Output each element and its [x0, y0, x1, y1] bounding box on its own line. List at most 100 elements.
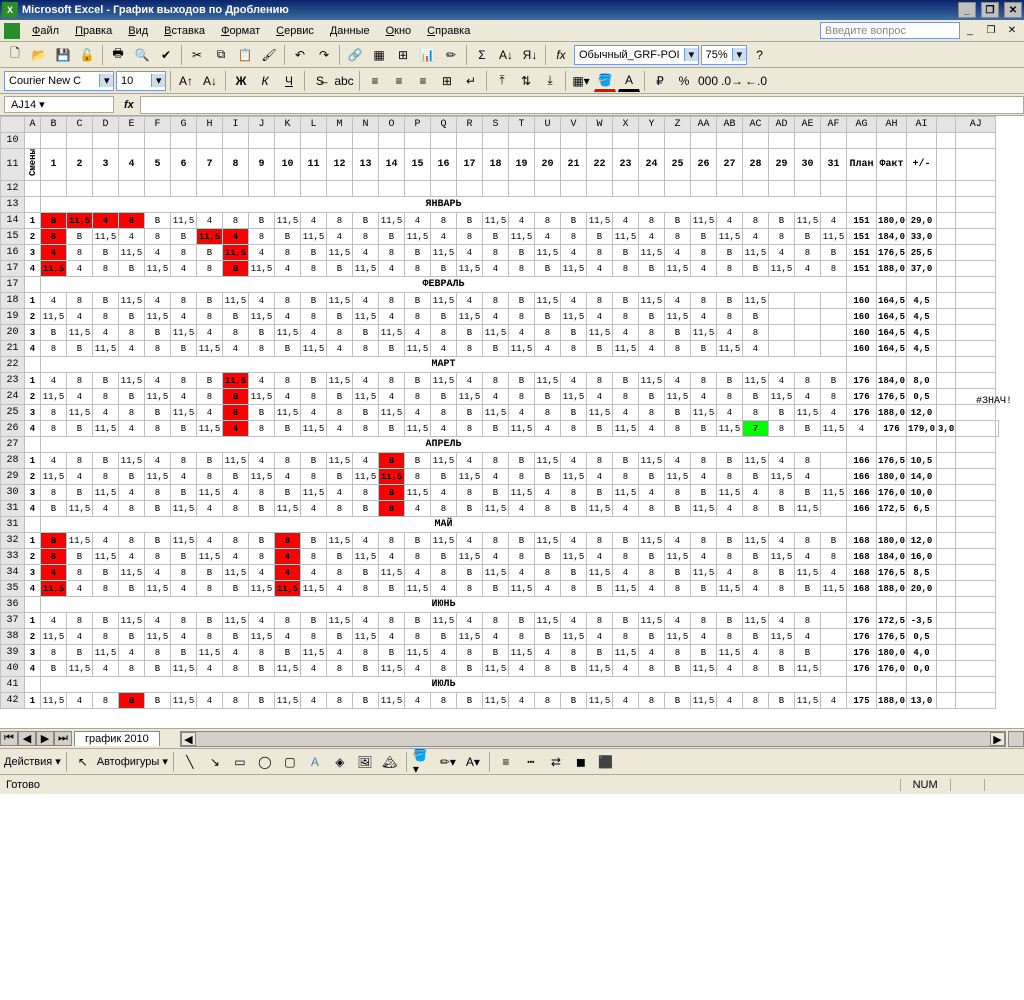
- menu-Файл[interactable]: Файл: [24, 23, 67, 39]
- row-header[interactable]: 31: [1, 517, 25, 533]
- row-header[interactable]: 11: [1, 149, 25, 181]
- col-header[interactable]: T: [509, 117, 535, 133]
- style-combo[interactable]: Обычный_GRF-POI▾: [574, 45, 699, 65]
- col-header[interactable]: [1, 117, 25, 133]
- row-header[interactable]: 12: [1, 181, 25, 197]
- redo-icon[interactable]: ↷: [313, 44, 335, 66]
- col-header[interactable]: M: [327, 117, 353, 133]
- align-right-icon[interactable]: ≡: [412, 70, 434, 92]
- merge-center-icon[interactable]: ⊞: [436, 70, 458, 92]
- col-header[interactable]: AF: [821, 117, 847, 133]
- merge-icon[interactable]: ⊞: [392, 44, 414, 66]
- col-header[interactable]: H: [197, 117, 223, 133]
- col-header[interactable]: Z: [665, 117, 691, 133]
- mdi-close-button[interactable]: ✕: [1004, 24, 1020, 38]
- tab-nav-prev-icon[interactable]: ◀: [18, 731, 36, 746]
- row-header[interactable]: 37: [1, 613, 25, 629]
- row-header[interactable]: 10: [1, 133, 25, 149]
- sort-desc-icon[interactable]: Я↓: [519, 44, 541, 66]
- help-icon[interactable]: ?: [749, 44, 771, 66]
- col-header[interactable]: AB: [717, 117, 743, 133]
- align-center-icon[interactable]: ≡: [388, 70, 410, 92]
- col-header[interactable]: J: [249, 117, 275, 133]
- select-icon[interactable]: ↖: [72, 751, 94, 773]
- col-header[interactable]: N: [353, 117, 379, 133]
- save-icon[interactable]: 💾: [52, 44, 74, 66]
- increase-decimal-icon[interactable]: .0→: [721, 70, 743, 92]
- formula-input[interactable]: [140, 96, 1024, 114]
- col-header[interactable]: L: [301, 117, 327, 133]
- row-header[interactable]: 15: [1, 229, 25, 245]
- fill-color-draw-icon[interactable]: 🪣▾: [412, 751, 434, 773]
- new-icon[interactable]: 🗋: [4, 44, 26, 66]
- minimize-button[interactable]: _: [958, 2, 976, 18]
- currency-icon[interactable]: ₽: [649, 70, 671, 92]
- spelling-icon[interactable]: ✔: [155, 44, 177, 66]
- bold-icon[interactable]: Ж: [230, 70, 252, 92]
- valign-bottom-icon[interactable]: ⤓: [539, 70, 561, 92]
- comma-icon[interactable]: 000: [697, 70, 719, 92]
- menu-Вид[interactable]: Вид: [120, 23, 156, 39]
- sort-asc-icon[interactable]: A↓: [495, 44, 517, 66]
- arrow-style-icon[interactable]: ⇄: [545, 751, 567, 773]
- col-header[interactable]: AD: [769, 117, 795, 133]
- autoshapes-menu[interactable]: Автофигуры: [97, 756, 160, 768]
- row-header[interactable]: 28: [1, 453, 25, 469]
- font-color-icon[interactable]: A: [618, 70, 640, 92]
- fill-color-icon[interactable]: 🪣: [594, 70, 616, 92]
- col-header[interactable]: O: [379, 117, 405, 133]
- row-header[interactable]: 40: [1, 661, 25, 677]
- 3d-icon[interactable]: ⬛: [595, 751, 617, 773]
- help-search-input[interactable]: [820, 22, 960, 39]
- menu-Правка[interactable]: Правка: [67, 23, 120, 39]
- borders-icon[interactable]: ▦: [368, 44, 390, 66]
- preview-icon[interactable]: 🔍: [131, 44, 153, 66]
- print-icon[interactable]: 🖶: [107, 44, 129, 66]
- row-header[interactable]: 24: [1, 389, 25, 405]
- menu-Вставка[interactable]: Вставка: [156, 23, 213, 39]
- col-header[interactable]: S: [483, 117, 509, 133]
- actions-menu[interactable]: Действия: [4, 756, 52, 768]
- col-header[interactable]: B: [41, 117, 67, 133]
- row-header[interactable]: 42: [1, 693, 25, 709]
- line-color-icon[interactable]: ✏▾: [437, 751, 459, 773]
- chart-icon[interactable]: 📊: [416, 44, 438, 66]
- valign-top-icon[interactable]: ⤒: [491, 70, 513, 92]
- row-header[interactable]: 31: [1, 501, 25, 517]
- menu-Формат[interactable]: Формат: [213, 23, 268, 39]
- line-style-icon[interactable]: ≡: [495, 751, 517, 773]
- clipart-icon[interactable]: 🖼: [354, 751, 376, 773]
- spreadsheet-grid[interactable]: ABCDEFGHIJKLMNOPQRSTUVWXYZAAABACADAEAFAG…: [0, 116, 1024, 728]
- row-header[interactable]: 38: [1, 629, 25, 645]
- col-header[interactable]: R: [457, 117, 483, 133]
- tab-nav-first-icon[interactable]: ⏮: [0, 731, 18, 746]
- col-header[interactable]: D: [93, 117, 119, 133]
- col-header[interactable]: [937, 117, 956, 133]
- paste-icon[interactable]: 📋: [234, 44, 256, 66]
- row-header[interactable]: 30: [1, 485, 25, 501]
- horizontal-scrollbar[interactable]: ◀ ▶: [180, 731, 1006, 747]
- wordart-icon[interactable]: A: [304, 751, 326, 773]
- mdi-restore-button[interactable]: ❐: [983, 24, 999, 38]
- name-box[interactable]: AJ14 ▾: [4, 96, 114, 113]
- row-header[interactable]: 39: [1, 645, 25, 661]
- hyperlink-icon[interactable]: 🔗: [344, 44, 366, 66]
- menu-Сервис[interactable]: Сервис: [268, 23, 322, 39]
- cut-icon[interactable]: ✂: [186, 44, 208, 66]
- col-header[interactable]: I: [223, 117, 249, 133]
- underline-icon[interactable]: Ч: [278, 70, 300, 92]
- copy-icon[interactable]: ⧉: [210, 44, 232, 66]
- row-header[interactable]: 19: [1, 309, 25, 325]
- decrease-font-icon[interactable]: A↓: [199, 70, 221, 92]
- mdi-minimize-button[interactable]: _: [962, 24, 978, 38]
- line-icon[interactable]: ╲: [179, 751, 201, 773]
- col-header[interactable]: E: [119, 117, 145, 133]
- row-header[interactable]: 13: [1, 197, 25, 213]
- oval-icon[interactable]: ◯: [254, 751, 276, 773]
- col-header[interactable]: AI: [907, 117, 937, 133]
- restore-button[interactable]: ❐: [981, 2, 999, 18]
- row-header[interactable]: 32: [1, 533, 25, 549]
- row-header[interactable]: 29: [1, 469, 25, 485]
- autosum-icon[interactable]: Σ: [471, 44, 493, 66]
- diagram-icon[interactable]: ◈: [329, 751, 351, 773]
